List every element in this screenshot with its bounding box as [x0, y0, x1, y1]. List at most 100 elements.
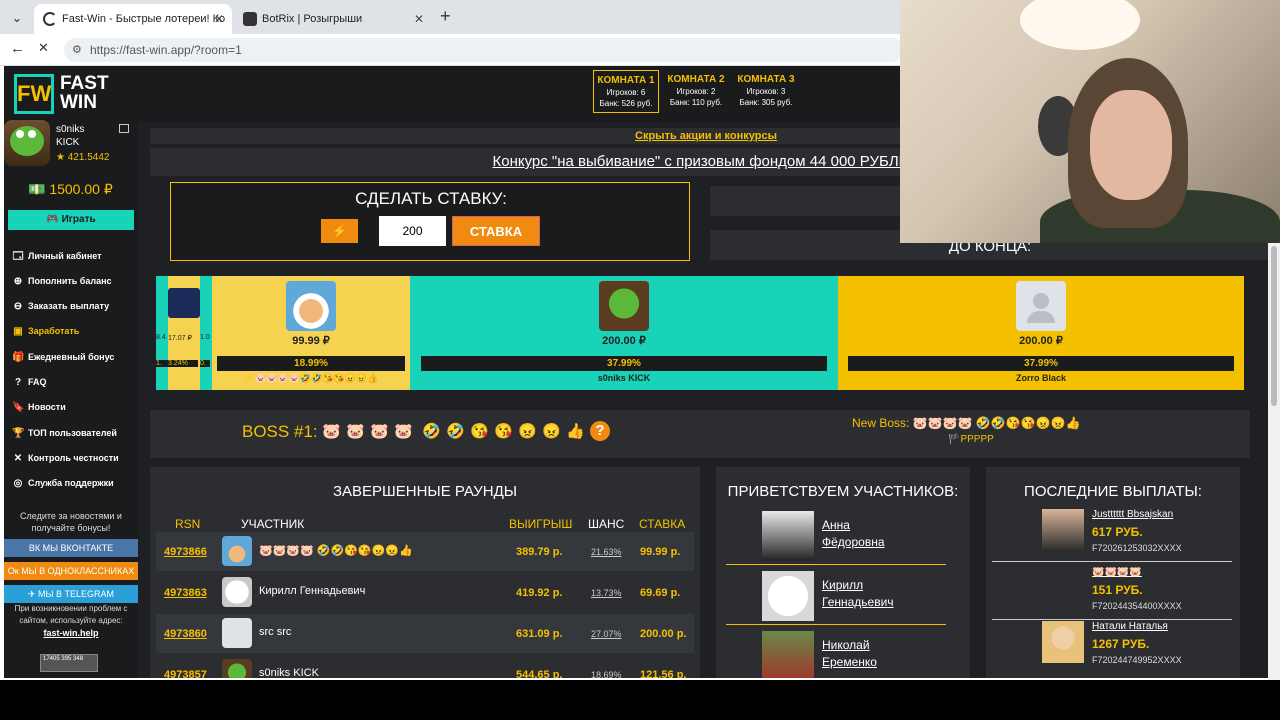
room-bank: Банк: 526 руб.	[599, 99, 653, 108]
list-item[interactable]: Кирилл Геннадьевич	[726, 567, 946, 625]
mini-pct: 3.24%	[168, 360, 198, 367]
menu-label: ТОП пользователей	[28, 428, 117, 438]
minus-circle-icon: ⊖	[13, 301, 23, 312]
menu-item-cabinet[interactable]: 🗔 Личный кабинет	[12, 248, 136, 264]
mini-segment: 8.4 1.	[156, 276, 168, 390]
round-chance[interactable]: 21.63%	[591, 547, 622, 557]
bet-button[interactable]: СТАВКА	[452, 216, 540, 246]
round-win: 389.79 р.	[516, 546, 563, 558]
new-boss-label: New Boss:	[852, 416, 910, 430]
room-1-button[interactable]: КОМНАТА 1 Игроков: 6 Банк: 526 руб.	[593, 70, 659, 113]
car-avatar	[168, 288, 200, 318]
close-tab-icon[interactable]: ✕	[214, 4, 224, 34]
room-title: КОМНАТА 3	[737, 74, 795, 85]
mini-segment: 17.07 ₽ 3.24%	[168, 276, 200, 390]
vk-button[interactable]: ВК МЫ ВКОНТАКТЕ	[4, 539, 138, 557]
menu-label: Ежедневный бонус	[28, 352, 115, 362]
follow-line1: Следите за новостями и	[20, 511, 122, 521]
table-row: 4973857 s0niks KICK 544.65 р. 18.69% 121…	[156, 655, 694, 678]
avatar[interactable]	[4, 120, 50, 166]
avatar	[762, 511, 814, 561]
gift-icon: 🎁	[12, 352, 25, 363]
scrollbar-thumb[interactable]	[1271, 246, 1277, 406]
round-id-link[interactable]: 4973866	[164, 546, 207, 558]
menu-item-daily-bonus[interactable]: 🎁 Ежедневный бонус	[12, 349, 136, 365]
payout-name[interactable]: Натали Наталья	[1092, 621, 1168, 632]
menu-item-withdraw[interactable]: ⊖ Заказать выплату	[12, 298, 136, 314]
webcam-person-face	[1090, 90, 1172, 200]
logo-text: FAST WIN	[60, 74, 109, 112]
close-tab-icon[interactable]: ✕	[414, 4, 424, 34]
menu-item-support[interactable]: ◎ Служба поддержки	[12, 475, 136, 491]
round-win: 419.92 р.	[516, 587, 563, 599]
header-win: ВЫИГРЫШ	[509, 517, 573, 531]
bird-avatar-icon	[10, 126, 44, 156]
earn-icon: ▣	[13, 326, 23, 337]
follow-text: Следите за новостями и получайте бонусы!	[4, 510, 138, 534]
payout-wallet: F720261253032XXXX	[1092, 543, 1182, 553]
payout-amount: 1267 РУБ.	[1092, 637, 1150, 651]
back-icon[interactable]: ←	[10, 40, 25, 57]
corgi-avatar	[286, 281, 336, 331]
sidebar: FW FAST WIN s0niks KICK ★ 421.5442 💵 150…	[4, 66, 138, 678]
new-boss-line2: 🏴PPPPP	[948, 434, 994, 445]
round-chance[interactable]: 18.69%	[591, 670, 622, 678]
round-id-link[interactable]: 4973860	[164, 628, 207, 640]
round-id-link[interactable]: 4973857	[164, 669, 207, 678]
table-row: 4973860 src src 631.09 р. 27.07% 200.00 …	[156, 614, 694, 653]
boss-emoji: 🤣	[446, 423, 465, 440]
tape-segment-corgi: 99.99 ₽ 18.99% ⚡🐷🐷🐷🐷🤣🤣😘😘😠😠👍	[212, 276, 410, 390]
telegram-button[interactable]: ✈ МЫ В TELEGRAM	[4, 585, 138, 603]
visit-counter[interactable]: 17405 395 348	[40, 654, 98, 672]
menu-label: Новости	[28, 402, 66, 412]
help-link[interactable]: fast-win.help	[4, 628, 138, 638]
boss-help-icon[interactable]: ?	[590, 421, 610, 441]
follow-line2: получайте бонусы!	[31, 523, 111, 533]
boss-emoji: 😠	[518, 423, 537, 440]
messages-icon[interactable]	[119, 124, 129, 133]
menu-item-earn[interactable]: ▣ Заработать	[12, 323, 136, 339]
menu-item-deposit[interactable]: ⊕ Пополнить баланс	[12, 273, 136, 289]
round-chance[interactable]: 13.73%	[591, 588, 622, 598]
tab-botrix[interactable]: BotRix | Розыгрыши ✕	[234, 4, 432, 34]
quick-bet-bolt-icon[interactable]: ⚡	[321, 219, 358, 243]
greet-user: Николай Еременко	[822, 637, 877, 671]
room-2-button[interactable]: КОМНАТА 2 Игроков: 2 Банк: 110 руб.	[663, 70, 729, 113]
segment-amount: 99.99 ₽	[292, 335, 330, 347]
round-chance[interactable]: 27.07%	[591, 629, 622, 639]
tab-fast-win[interactable]: Fast-Win - Быстрые лотереи! Ко ✕	[34, 4, 232, 34]
bottom-letterbox	[0, 680, 1280, 720]
list-item[interactable]: Анна Фёдоровна	[726, 507, 946, 565]
bird-avatar	[222, 659, 252, 678]
payout-name[interactable]: Justttttt Bbsajskan	[1092, 509, 1173, 520]
bet-title: СДЕЛАТЬ СТАВКУ:	[355, 189, 507, 208]
avatar	[762, 571, 814, 621]
site-info-icon[interactable]: ⚙	[72, 38, 82, 62]
play-button[interactable]: 🎮 Играть	[8, 210, 134, 230]
logo-line1: FAST	[60, 73, 109, 94]
menu-item-fairness[interactable]: ✕ Контроль честности	[12, 450, 136, 466]
logo[interactable]: FW FAST WIN	[14, 74, 114, 114]
menu-item-faq[interactable]: ? FAQ	[12, 374, 136, 390]
payout-name[interactable]: 🐷🐷🐷🐷	[1092, 567, 1142, 578]
eye-left	[16, 130, 24, 138]
default-user-icon	[1016, 281, 1066, 331]
tab-search-chevron-icon[interactable]: ⌄	[6, 7, 28, 29]
ok-button[interactable]: Ок МЫ В ОДНОКЛАССНИКАХ	[4, 562, 138, 580]
url-field[interactable]: ⚙ https://fast-win.app/?room=1	[64, 38, 904, 62]
tab-title: BotRix | Розыгрыши	[262, 13, 363, 25]
list-item: Натали Наталья 1267 РУБ. F720244749952XX…	[992, 619, 1232, 674]
room-players: Игроков: 3	[746, 87, 786, 96]
payouts-title: ПОСЛЕДНИЕ ВЫПЛАТЫ:	[1024, 483, 1202, 500]
new-tab-icon[interactable]: +	[440, 6, 451, 27]
bet-amount-input[interactable]	[379, 216, 446, 246]
greet-line2: Геннадьевич	[822, 595, 894, 609]
round-id-link[interactable]: 4973863	[164, 587, 207, 599]
list-item[interactable]: Николай Еременко	[726, 627, 946, 678]
new-boss-emojis: 🐷🐷🐷🐷 🤣🤣😘😘😠😠👍	[912, 416, 1081, 430]
menu-item-top-users[interactable]: 🏆 ТОП пользователей	[12, 425, 136, 441]
stop-icon[interactable]: ✕	[38, 40, 49, 56]
menu-item-news[interactable]: 🔖 Новости	[12, 399, 136, 415]
room-3-button[interactable]: КОМНАТА 3 Игроков: 3 Банк: 305 руб.	[733, 70, 799, 113]
list-item: 🐷🐷🐷🐷 151 РУБ. F720244354400XXXX	[992, 565, 1232, 620]
